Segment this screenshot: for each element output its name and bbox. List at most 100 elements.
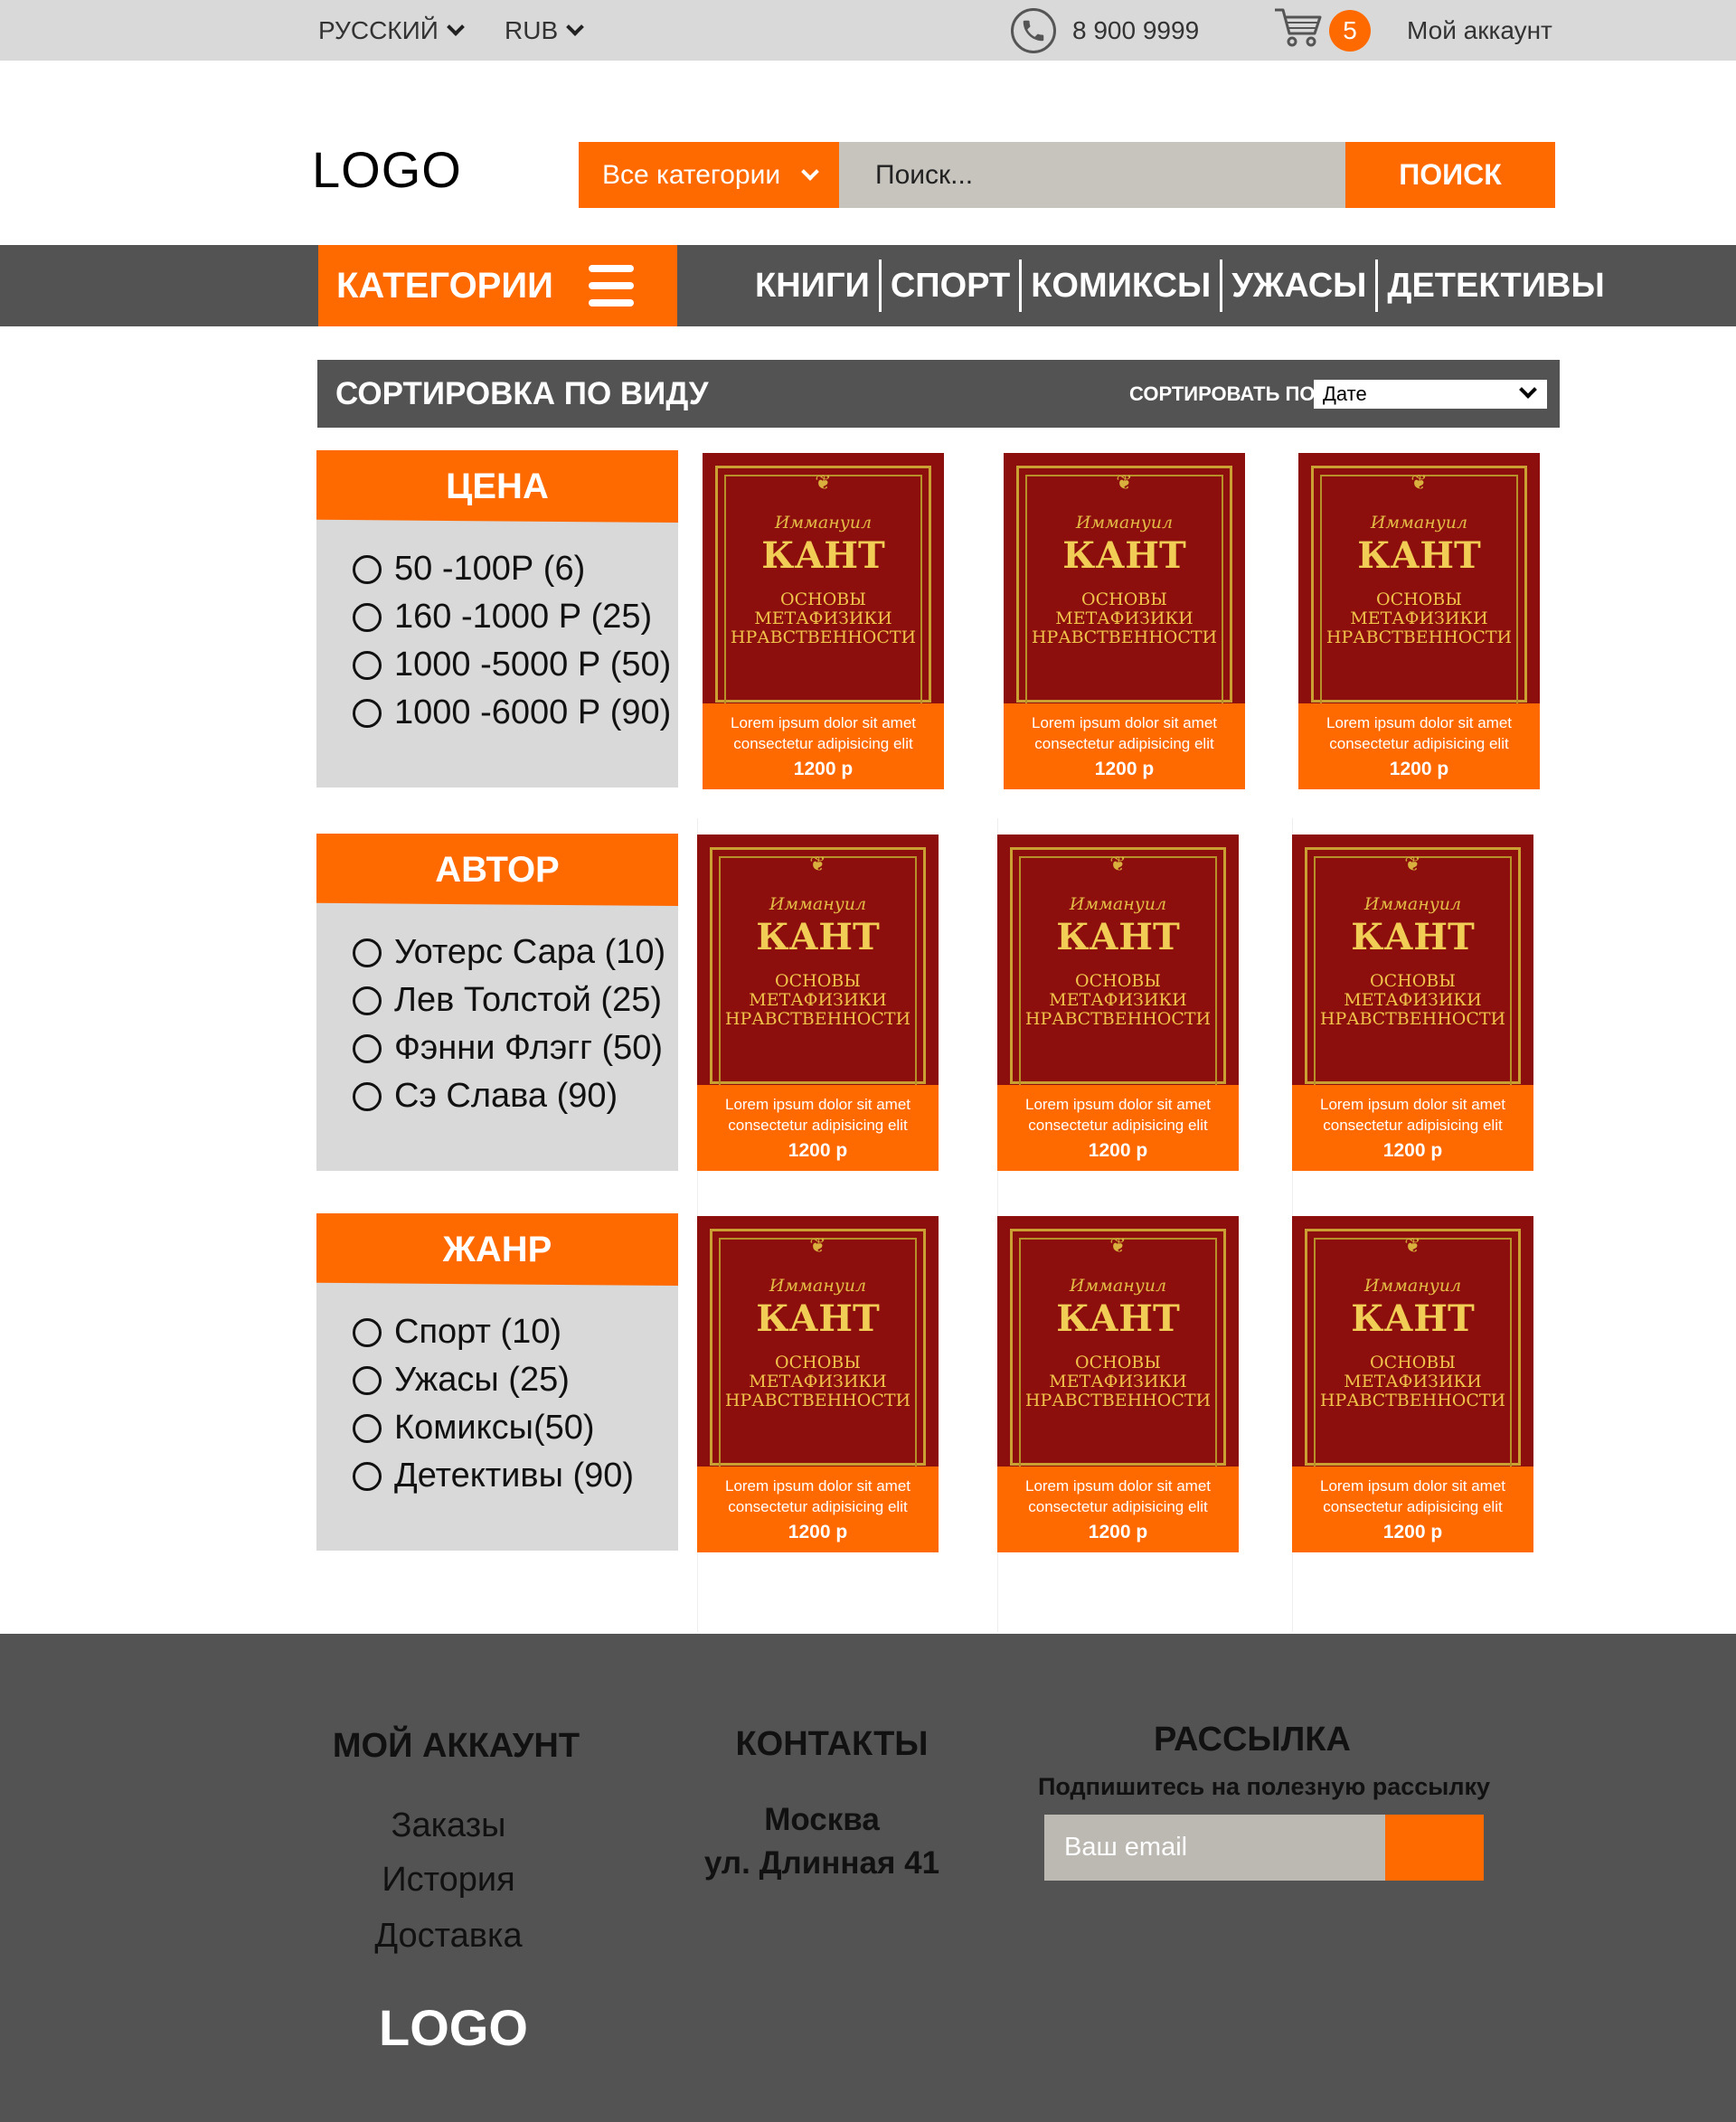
cover-title: ОСНОВЫ МЕТАФИЗИКИ НРАВСТВЕННОСТИ (697, 972, 939, 1029)
filter-option-label: Комиксы(50) (394, 1409, 595, 1447)
filter-option[interactable]: Фэнни Флэгг (50) (353, 1024, 665, 1072)
radio-icon[interactable] (353, 1461, 382, 1491)
filter-option[interactable]: Уотерс Сара (10) (353, 929, 665, 976)
product-description: Lorem ipsum dolor sit amet consectetur a… (997, 1094, 1239, 1136)
categories-button[interactable]: КАТЕГОРИИ (318, 245, 677, 326)
footer-link-orders[interactable]: Заказы (318, 1806, 579, 1845)
radio-icon[interactable] (353, 1317, 382, 1347)
product-info: Lorem ipsum dolor sit amet consectetur a… (697, 1085, 939, 1171)
cover-title-line: МЕТАФИЗИКИ (1049, 1372, 1187, 1391)
cover-title-line: НРАВСТВЕННОСТИ (1326, 627, 1513, 647)
footer-address: ул. Длинная 41 (703, 1845, 940, 1881)
currency-label: RUB (505, 15, 559, 44)
phone-icon (1011, 7, 1056, 53)
filter-option[interactable]: 1000 -5000 Р (50) (353, 641, 671, 689)
language-label: РУССКИЙ (318, 15, 439, 44)
cover-author-first: Иммануил (1370, 513, 1468, 533)
product-desc-line: Lorem ipsum dolor sit amet (1319, 1096, 1506, 1113)
cover-title-line: НРАВСТВЕННОСТИ (1024, 1391, 1212, 1410)
hamburger-menu-icon (589, 265, 634, 307)
footer-link-history[interactable]: История (318, 1861, 579, 1900)
product-description: Lorem ipsum dolor sit amet consectetur a… (697, 1476, 939, 1517)
product-desc-line: Lorem ipsum dolor sit amet (724, 1477, 911, 1495)
footer-logo[interactable]: LOGO (379, 1998, 528, 2057)
product-card[interactable]: ❦ Иммануил КАНТ ОСНОВЫ МЕТАФИЗИКИ НРАВСТ… (1292, 835, 1533, 1171)
footer-account-title: МОЙ АККАУНТ (332, 1727, 580, 1765)
account-link[interactable]: Мой аккаунт (1407, 0, 1552, 61)
product-card[interactable]: ❦ Иммануил КАНТ ОСНОВЫ МЕТАФИЗИКИ НРАВСТ… (1298, 453, 1540, 789)
cover-author-first: Иммануил (1069, 894, 1167, 914)
product-card[interactable]: ❦ Иммануил КАНТ ОСНОВЫ МЕТАФИЗИКИ НРАВСТ… (697, 1216, 939, 1552)
footer-newsletter-title: РАССЫЛКА (1154, 1721, 1351, 1759)
category-dropdown[interactable]: Все категории (579, 142, 839, 208)
radio-icon[interactable] (353, 938, 382, 967)
filter-option[interactable]: Спорт (10) (353, 1308, 634, 1356)
cover-title-line: МЕТАФИЗИКИ (1344, 1372, 1482, 1391)
radio-icon[interactable] (353, 1365, 382, 1395)
filter-option-label: Детективы (90) (394, 1457, 635, 1495)
filter-option[interactable]: 50 -100Р (6) (353, 545, 671, 593)
filter-option[interactable]: 160 -1000 Р (25) (353, 593, 671, 641)
cart-button[interactable]: 5 (1273, 0, 1371, 61)
footer-link-delivery[interactable]: Доставка (318, 1917, 579, 1956)
sort-dropdown[interactable]: Дате (1314, 380, 1547, 409)
filter-option[interactable]: Сэ Слава (90) (353, 1072, 665, 1120)
nav-link-books[interactable]: КНИГИ (746, 259, 879, 312)
ornament-icon: ❦ (809, 853, 826, 875)
product-price: 1200 р (1094, 759, 1155, 779)
product-card[interactable]: ❦ Иммануил КАНТ ОСНОВЫ МЕТАФИЗИКИ НРАВСТ… (703, 453, 944, 789)
radio-icon[interactable] (353, 698, 382, 728)
nav-link-comics[interactable]: КОМИКСЫ (1022, 259, 1220, 312)
newsletter-subscribe-button[interactable] (1385, 1815, 1484, 1881)
filter-option[interactable]: Лев Толстой (25) (353, 976, 665, 1024)
cover-title: ОСНОВЫ МЕТАФИЗИКИ НРАВСТВЕННОСТИ (703, 590, 944, 647)
cover-title: ОСНОВЫ МЕТАФИЗИКИ НРАВСТВЕННОСТИ (997, 972, 1239, 1029)
product-info: Lorem ipsum dolor sit amet consectetur a… (997, 1467, 1239, 1552)
product-card[interactable]: ❦ Иммануил КАНТ ОСНОВЫ МЕТАФИЗИКИ НРАВСТ… (997, 1216, 1239, 1552)
product-card[interactable]: ❦ Иммануил КАНТ ОСНОВЫ МЕТАФИЗИКИ НРАВСТ… (1292, 1216, 1533, 1552)
cover-author: КАНТ (1062, 534, 1186, 577)
language-selector[interactable]: РУССКИЙ (318, 0, 465, 61)
radio-icon[interactable] (353, 1413, 382, 1443)
product-card[interactable]: ❦ Иммануил КАНТ ОСНОВЫ МЕТАФИЗИКИ НРАВСТ… (697, 835, 939, 1171)
radio-icon[interactable] (353, 554, 382, 584)
cover-author-first: Иммануил (1075, 513, 1174, 533)
cover-title-line: НРАВСТВЕННОСТИ (730, 627, 917, 647)
product-description: Lorem ipsum dolor sit amet consectetur a… (1298, 712, 1540, 754)
product-card[interactable]: ❦ Иммануил КАНТ ОСНОВЫ МЕТАФИЗИКИ НРАВСТ… (997, 835, 1239, 1171)
sort-label: СОРТИРОВАТЬ ПО (1129, 382, 1316, 405)
nav-link-sport[interactable]: СПОРТ (882, 259, 1019, 312)
chevron-down-icon (566, 17, 585, 36)
product-description: Lorem ipsum dolor sit amet consectetur a… (1004, 712, 1245, 754)
product-desc-line: Lorem ipsum dolor sit amet (1319, 1477, 1506, 1495)
filter-option[interactable]: Комиксы(50) (353, 1404, 634, 1452)
filter-option[interactable]: Детективы (90) (353, 1452, 634, 1500)
newsletter-email-input[interactable] (1044, 1815, 1385, 1881)
filter-option-label: Спорт (10) (394, 1313, 561, 1351)
product-info: Lorem ipsum dolor sit amet consectetur a… (1298, 703, 1540, 789)
radio-icon[interactable] (353, 602, 382, 632)
radio-icon[interactable] (353, 650, 382, 680)
product-price: 1200 р (1389, 759, 1449, 779)
currency-selector[interactable]: RUB (505, 0, 585, 61)
category-links: КНИГИ СПОРТ КОМИКСЫ УЖАСЫ ДЕТЕКТИВЫ (746, 245, 1614, 326)
cover-title-line: ОСНОВЫ (1081, 589, 1167, 609)
filter-option[interactable]: 1000 -6000 Р (90) (353, 689, 671, 737)
cover-title-line: НРАВСТВЕННОСТИ (1024, 1009, 1212, 1029)
book-cover-image: ❦ Иммануил КАНТ ОСНОВЫ МЕТАФИЗИКИ НРАВСТ… (697, 1216, 939, 1467)
cover-title-line: МЕТАФИЗИКИ (749, 1372, 887, 1391)
cover-author: КАНТ (1351, 1297, 1475, 1340)
phone-link[interactable]: 8 900 9999 (1011, 0, 1199, 61)
product-price: 1200 р (1382, 1140, 1443, 1161)
radio-icon[interactable] (353, 1081, 382, 1111)
product-card[interactable]: ❦ Иммануил КАНТ ОСНОВЫ МЕТАФИЗИКИ НРАВСТ… (1004, 453, 1245, 789)
radio-icon[interactable] (353, 986, 382, 1015)
filter-option[interactable]: Ужасы (25) (353, 1356, 634, 1404)
search-input[interactable] (839, 142, 1345, 208)
site-logo[interactable]: LOGO (312, 140, 462, 199)
radio-icon[interactable] (353, 1033, 382, 1063)
nav-link-horror[interactable]: УЖАСЫ (1222, 259, 1375, 312)
cover-author-first: Иммануил (769, 894, 867, 914)
nav-link-detectives[interactable]: ДЕТЕКТИВЫ (1378, 259, 1613, 312)
search-button[interactable]: ПОИСК (1345, 142, 1555, 208)
